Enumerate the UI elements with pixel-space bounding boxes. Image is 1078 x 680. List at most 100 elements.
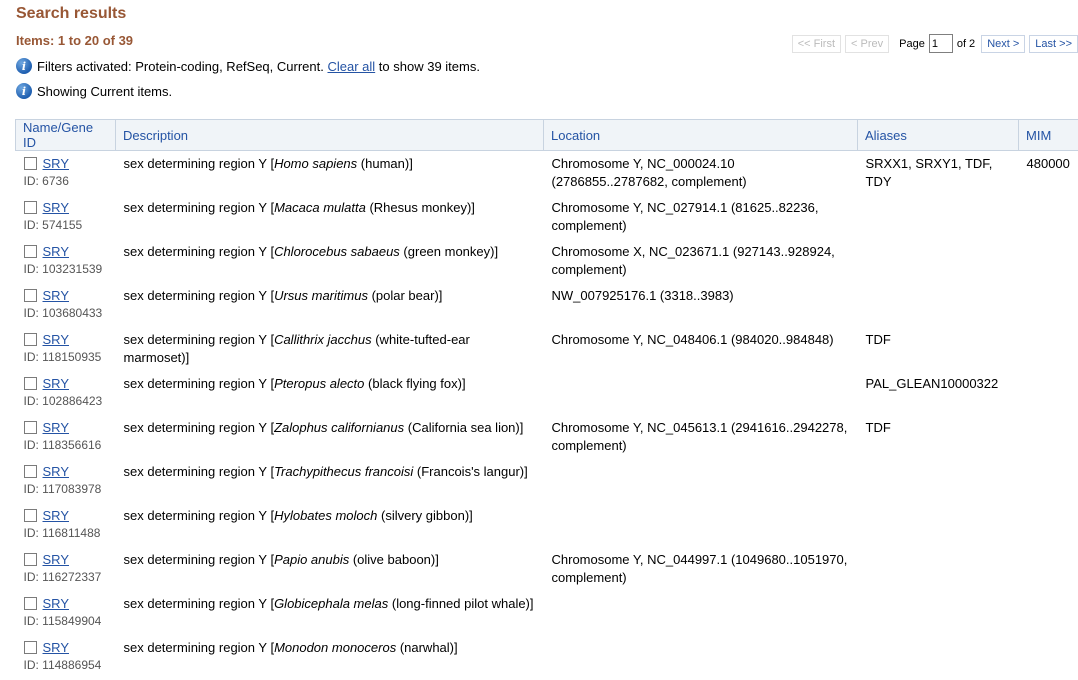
- filters-suffix: to show 39 items.: [378, 58, 480, 74]
- description-cell: sex determining region Y [Papio anubis (…: [116, 547, 544, 591]
- description-cell: sex determining region Y [Hylobates molo…: [116, 503, 544, 547]
- gene-link[interactable]: SRY: [43, 552, 70, 567]
- aliases-cell: [858, 635, 1019, 679]
- common-name: (green monkey)]: [399, 243, 499, 259]
- gene-id: ID: 6736: [23, 174, 69, 188]
- clear-all-link[interactable]: Clear all: [327, 59, 375, 74]
- table-row: SRY ID: 6736 sex determining region Y [Hom…: [16, 151, 1078, 195]
- column-header-description[interactable]: Description: [115, 119, 544, 151]
- gene-link[interactable]: SRY: [43, 596, 70, 611]
- gene-link[interactable]: SRY: [43, 376, 70, 391]
- description-cell: sex determining region Y [Macaca mulatta…: [116, 195, 544, 239]
- select-checkbox[interactable]: [23, 420, 37, 434]
- location-cell: Chromosome Y, NC_000024.10 (2786855..278…: [551, 156, 747, 189]
- mim-cell: [1019, 503, 1078, 547]
- gene-link[interactable]: SRY: [43, 244, 70, 259]
- last-page-button[interactable]: Last >>: [1029, 34, 1078, 53]
- table-row: SRY ID: 117083978 sex determining region Y…: [16, 459, 1078, 503]
- description-cell: sex determining region Y [Zalophus calif…: [116, 415, 544, 459]
- description-prefix: sex determining region Y [: [123, 287, 275, 303]
- next-page-button[interactable]: Next >: [981, 34, 1026, 53]
- select-checkbox[interactable]: [23, 376, 37, 390]
- column-header-name[interactable]: Name/Gene ID: [15, 119, 116, 151]
- table-row: SRY ID: 103231539 sex determining region Y…: [16, 239, 1078, 283]
- gene-link[interactable]: SRY: [43, 332, 70, 347]
- select-checkbox[interactable]: [23, 640, 37, 654]
- description-prefix: sex determining region Y [: [123, 419, 275, 435]
- column-header-mim[interactable]: MIM: [1018, 119, 1078, 151]
- filters-text: Filters activated: Protein-coding, RefSe…: [37, 58, 324, 74]
- description-cell: sex determining region Y [Globicephala m…: [116, 591, 544, 635]
- description-prefix: sex determining region Y [: [123, 551, 275, 567]
- description-prefix: sex determining region Y [: [123, 639, 275, 655]
- gene-link[interactable]: SRY: [43, 464, 70, 479]
- column-header-location[interactable]: Location: [543, 119, 858, 151]
- gene-link[interactable]: SRY: [43, 288, 70, 303]
- showing-text: Showing Current items.: [37, 83, 173, 99]
- mim-cell: 480000: [1026, 156, 1070, 171]
- first-page-button[interactable]: << First: [791, 34, 842, 53]
- gene-link[interactable]: SRY: [43, 508, 70, 523]
- species-name: Zalophus californianus: [274, 419, 405, 435]
- select-checkbox[interactable]: [23, 596, 37, 610]
- mim-cell: [1019, 371, 1078, 415]
- species-name: Ursus maritimus: [274, 287, 368, 303]
- description-prefix: sex determining region Y [: [123, 463, 275, 479]
- gene-id: ID: 118356616: [23, 437, 102, 452]
- species-name: Macaca mulatta: [274, 199, 366, 215]
- select-checkbox[interactable]: [23, 200, 37, 214]
- aliases-cell: [858, 239, 1019, 283]
- location-cell: [544, 635, 858, 679]
- mim-cell: [1019, 195, 1078, 239]
- info-icon: i: [16, 83, 32, 99]
- aliases-cell: [858, 283, 1019, 327]
- description-cell: sex determining region Y [Homo sapiens (…: [116, 151, 544, 195]
- gene-id: ID: 103680433: [23, 305, 103, 320]
- gene-name-cell: SRY ID: 103680433: [16, 283, 116, 327]
- species-name: Callithrix jacchus: [274, 331, 372, 347]
- description-prefix: sex determining region Y [: [123, 331, 275, 347]
- mim-cell: [1019, 239, 1078, 283]
- select-checkbox[interactable]: [23, 157, 37, 170]
- description-cell: sex determining region Y [Ursus maritimu…: [116, 283, 544, 327]
- column-header-aliases[interactable]: Aliases: [857, 119, 1019, 151]
- items-count: Items: 1 to 20 of 39: [16, 33, 134, 48]
- common-name: (black flying fox)]: [364, 375, 466, 391]
- gene-id: ID: 574155: [23, 217, 83, 232]
- species-name: Trachypithecus francoisi: [274, 463, 414, 479]
- species-name: Chlorocebus sabaeus: [274, 243, 400, 259]
- common-name: (Rhesus monkey)]: [365, 199, 475, 215]
- mim-cell: [1019, 415, 1078, 459]
- aliases-cell: TDF: [865, 419, 891, 435]
- location-cell: Chromosome Y, NC_027914.1 (81625..82236,…: [551, 199, 819, 233]
- prev-page-button[interactable]: < Prev: [845, 34, 890, 53]
- table-row: SRY ID: 118356616 sex determining region Y…: [16, 415, 1078, 459]
- location-cell: [544, 503, 858, 547]
- gene-name-cell: SRY ID: 118356616: [16, 415, 116, 459]
- species-name: Papio anubis: [274, 551, 350, 567]
- description-prefix: sex determining region Y [: [123, 199, 275, 215]
- page-number-input[interactable]: [928, 34, 953, 53]
- description-prefix: sex determining region Y [: [123, 595, 275, 611]
- aliases-cell: [858, 503, 1019, 547]
- gene-link[interactable]: SRY: [43, 420, 70, 435]
- description-prefix: sex determining region Y [: [123, 375, 275, 391]
- select-checkbox[interactable]: [23, 244, 37, 258]
- select-checkbox[interactable]: [23, 508, 37, 522]
- table-row: SRY ID: 103680433 sex determining region Y…: [16, 283, 1078, 327]
- select-checkbox[interactable]: [23, 332, 37, 346]
- common-name: (silvery gibbon)]: [377, 507, 473, 523]
- page-label: Page: [899, 37, 925, 50]
- select-checkbox[interactable]: [23, 288, 37, 302]
- common-name: (polar bear)]: [367, 287, 443, 303]
- gene-id: ID: 116811488: [23, 525, 101, 540]
- gene-id: ID: 117083978: [23, 481, 102, 496]
- gene-link[interactable]: SRY: [43, 200, 70, 215]
- page-count-label: of 2: [956, 37, 976, 50]
- select-checkbox[interactable]: [23, 464, 37, 478]
- select-checkbox[interactable]: [23, 552, 37, 566]
- gene-link[interactable]: SRY: [43, 640, 70, 655]
- gene-name-cell: SRY ID: 102886423: [16, 371, 116, 415]
- gene-link[interactable]: SRY: [43, 156, 70, 171]
- gene-name-cell: SRY ID: 574155: [16, 195, 116, 239]
